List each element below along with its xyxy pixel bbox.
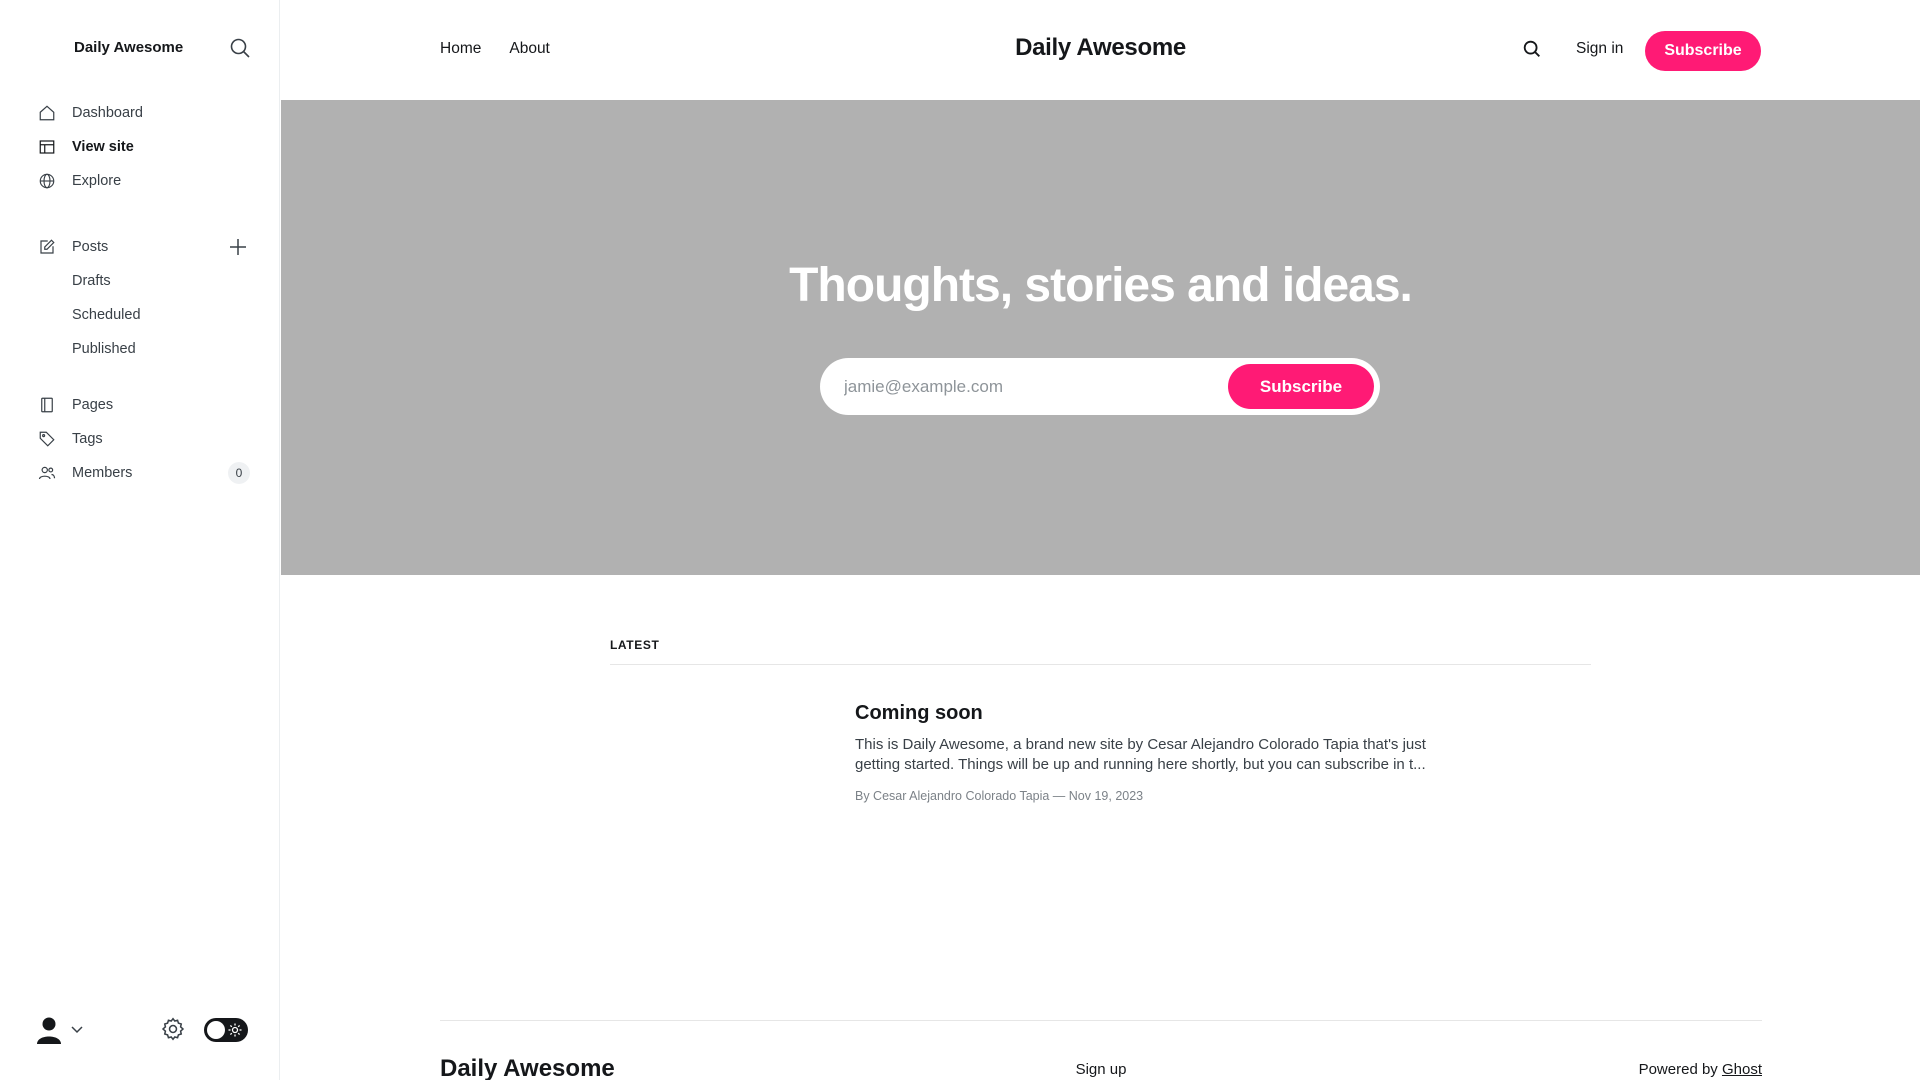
post-feed: LATEST Coming soon This is Daily Awesome… <box>610 638 1591 803</box>
sidebar-item-label: Explore <box>72 173 122 189</box>
sidebar-item-drafts[interactable]: Drafts <box>36 264 250 298</box>
feed-label: LATEST <box>610 638 1591 665</box>
footer-logo[interactable]: Daily Awesome <box>440 1055 615 1080</box>
sidebar-content-nav: Pages Tags Members 0 <box>36 388 250 490</box>
post-card[interactable]: Coming soon This is Daily Awesome, a bra… <box>855 702 1455 803</box>
theme-toggle[interactable] <box>204 1018 248 1042</box>
hero-title: Thoughts, stories and ideas. <box>789 259 1413 312</box>
sidebar-main-nav: Dashboard View site Explore <box>36 96 250 198</box>
sidebar-item-published[interactable]: Published <box>36 332 250 366</box>
sidebar-item-explore[interactable]: Explore <box>36 164 250 198</box>
ghost-link[interactable]: Ghost <box>1722 1061 1762 1078</box>
post-meta: By Cesar Alejandro Colorado Tapia — Nov … <box>855 789 1144 803</box>
members-icon <box>36 462 58 484</box>
sidebar-item-label: Pages <box>72 397 114 413</box>
hero-section: Thoughts, stories and ideas. Subscribe <box>281 100 1920 575</box>
sidebar-item-label: Posts <box>72 239 109 255</box>
sidebar-item-pages[interactable]: Pages <box>36 388 250 422</box>
hero-subscribe-form: Subscribe <box>820 358 1380 415</box>
sidebar-item-members[interactable]: Members 0 <box>36 456 250 490</box>
email-input[interactable] <box>844 358 1224 415</box>
plus-icon[interactable] <box>226 235 250 259</box>
sun-icon <box>228 1023 242 1037</box>
members-count-badge: 0 <box>228 462 250 484</box>
sidebar-item-label: View site <box>72 139 134 155</box>
site-logo[interactable]: Daily Awesome <box>1015 34 1186 61</box>
gear-icon[interactable] <box>160 1016 186 1042</box>
post-excerpt: This is Daily Awesome, a brand new site … <box>855 736 1426 773</box>
footer-signup-wrap: Sign up <box>440 1061 1762 1078</box>
search-icon[interactable] <box>1521 38 1543 60</box>
sidebar-item-view-site[interactable]: View site <box>36 130 250 164</box>
sidebar-item-label: Members <box>72 465 133 481</box>
user-avatar-icon[interactable] <box>36 1016 62 1044</box>
sidebar-item-tags[interactable]: Tags <box>36 422 250 456</box>
tag-icon <box>36 428 58 450</box>
sidebar-item-dashboard[interactable]: Dashboard <box>36 96 250 130</box>
page-icon <box>36 394 58 416</box>
search-icon[interactable] <box>228 36 252 60</box>
sidebar-item-scheduled[interactable]: Scheduled <box>36 298 250 332</box>
site-nav: Home About <box>440 40 550 58</box>
sidebar-header: Daily Awesome <box>74 38 264 58</box>
sidebar-posts-nav: Posts Drafts Scheduled Published <box>36 230 250 366</box>
sidebar-item-posts[interactable]: Posts <box>36 230 250 264</box>
layout-icon <box>36 136 58 158</box>
powered-by-text: Powered by <box>1638 1061 1722 1078</box>
nav-link-about[interactable]: About <box>509 40 550 58</box>
powered-by: Powered by Ghost <box>1639 1061 1762 1078</box>
globe-icon <box>36 170 58 192</box>
site-footer: Daily Awesome Sign up Powered by Ghost <box>440 1020 1762 1080</box>
nav-link-home[interactable]: Home <box>440 40 481 58</box>
sidebar-site-title[interactable]: Daily Awesome <box>74 39 183 56</box>
toggle-knob <box>207 1021 225 1039</box>
hero-subscribe-button[interactable]: Subscribe <box>1228 364 1374 409</box>
chevron-down-icon[interactable] <box>70 1022 84 1036</box>
footer-signup-link[interactable]: Sign up <box>1076 1061 1127 1078</box>
sidebar-item-label: Tags <box>72 431 103 447</box>
site-preview: Home About Daily Awesome Sign in Subscri… <box>281 0 1920 1080</box>
sidebar-item-label: Dashboard <box>72 105 143 121</box>
admin-sidebar: Daily Awesome Dashboard View site Explor… <box>0 0 280 1080</box>
signin-link[interactable]: Sign in <box>1576 40 1623 58</box>
header-subscribe-button[interactable]: Subscribe <box>1645 31 1761 71</box>
site-header: Home About Daily Awesome Sign in Subscri… <box>281 0 1920 100</box>
home-icon <box>36 102 58 124</box>
post-title[interactable]: Coming soon <box>855 702 1455 725</box>
sidebar-footer <box>36 1012 250 1046</box>
edit-icon <box>36 236 58 258</box>
